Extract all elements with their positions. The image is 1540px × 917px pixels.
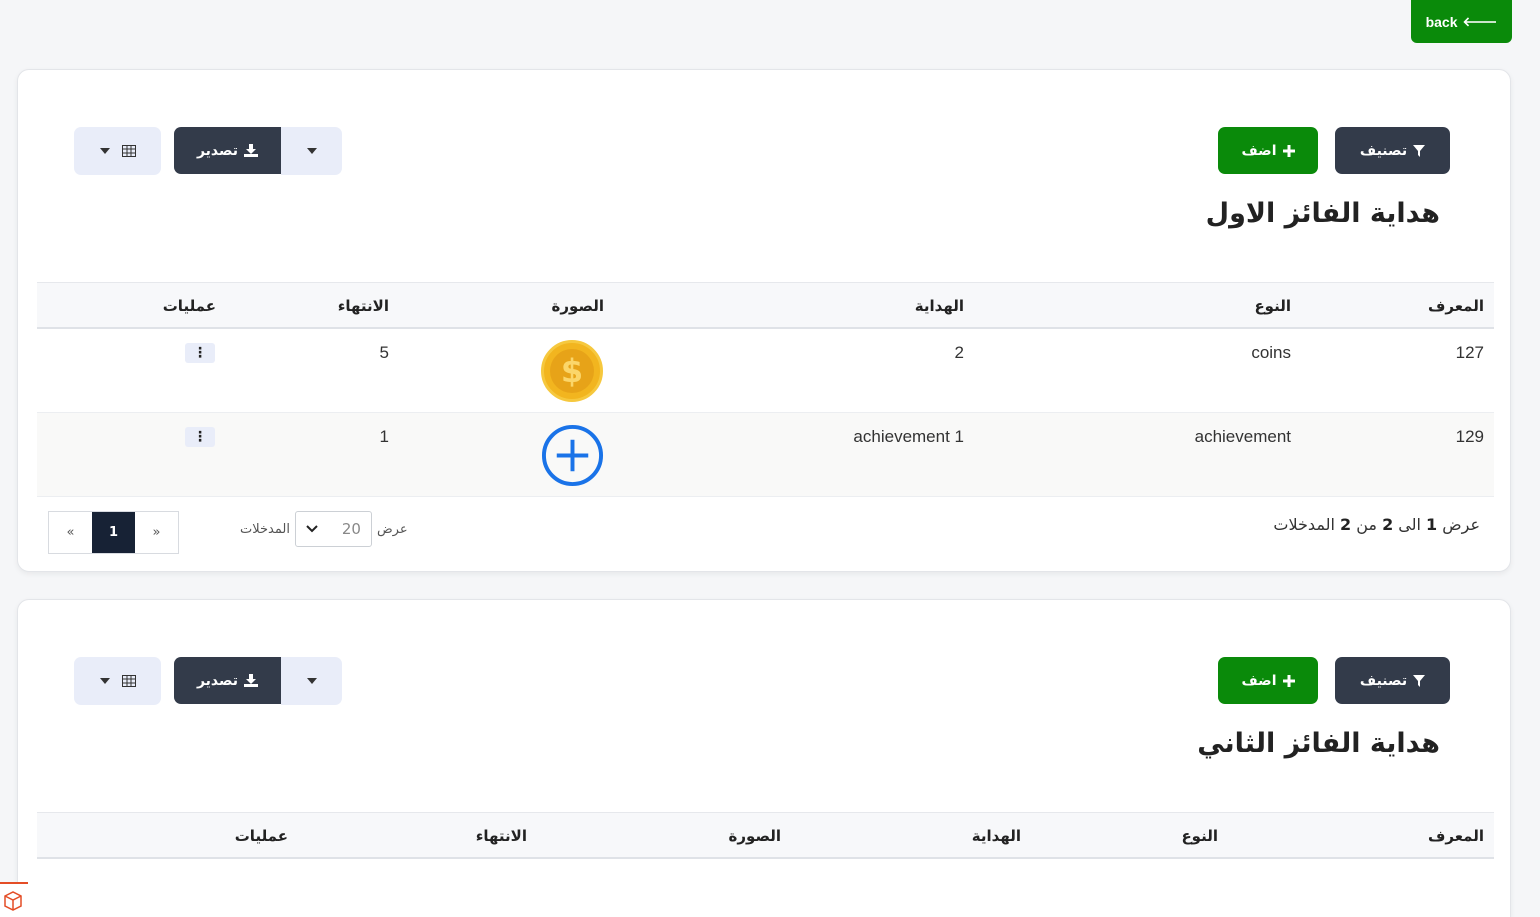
per-page-control: عرض 20 المدخلات (240, 511, 408, 547)
plus-icon (1282, 144, 1295, 157)
back-button[interactable]: back 🡐 (1411, 0, 1512, 43)
add-button-label: اضف (1241, 142, 1277, 159)
cell-id: 129 (1455, 427, 1484, 446)
gifts-table: المعرف النوع الهداية الصورة الانتهاء عمل… (37, 812, 1494, 859)
table-icon (121, 145, 136, 157)
export-button[interactable]: تصدير (174, 657, 281, 704)
column-header-actions[interactable]: عمليات (163, 297, 216, 315)
filter-button[interactable]: تصنيف (1335, 657, 1450, 704)
column-header-expiry[interactable]: الانتهاء (338, 297, 389, 315)
plus-icon (1282, 674, 1295, 687)
winner-1-card: تصنيف اضف تصدير هداية الفائز الاول المعر… (17, 69, 1511, 572)
column-header-type[interactable]: النوع (1254, 297, 1291, 315)
filter-icon (1413, 674, 1426, 687)
export-button-label: تصدير (196, 142, 239, 159)
pagination-prev[interactable]: » (135, 512, 178, 553)
per-page-select[interactable]: 20 (294, 511, 372, 547)
cell-expiry: 1 (379, 427, 389, 446)
column-header-id[interactable]: المعرف (1428, 297, 1484, 315)
column-header-image[interactable]: الصورة (729, 827, 781, 845)
column-header-type[interactable]: النوع (1181, 827, 1218, 845)
per-page-entries-label: المدخلات (240, 521, 290, 537)
column-header-actions[interactable]: عمليات (235, 827, 288, 845)
caret-down-icon (306, 678, 317, 684)
pagination-page-1[interactable]: 1 (92, 512, 135, 553)
chevron-down-icon (306, 525, 318, 533)
filter-button-label: تصنيف (1359, 142, 1408, 159)
filter-icon (1413, 144, 1426, 157)
caret-down-icon (99, 678, 110, 684)
column-header-gift[interactable]: الهداية (972, 827, 1021, 845)
table-header: المعرف النوع الهداية الصورة الانتهاء عمل… (37, 812, 1494, 859)
coin-icon: $ (541, 340, 603, 402)
table-row: 129 achievement achievement 1 1 ⋮ (37, 413, 1494, 497)
filter-button[interactable]: تصنيف (1335, 127, 1450, 174)
winner-2-card: تصنيف اضف تصدير هداية الفائز الثاني المع… (17, 599, 1511, 917)
gifts-table: المعرف النوع الهداية الصورة الانتهاء عمل… (37, 282, 1494, 497)
export-button[interactable]: تصدير (174, 127, 281, 174)
column-visibility-button[interactable] (74, 127, 161, 175)
row-actions-button[interactable]: ⋮ (185, 427, 215, 447)
cell-id: 127 (1455, 343, 1484, 362)
column-header-image[interactable]: الصورة (552, 297, 604, 315)
caret-down-icon (99, 148, 110, 154)
back-button-label: back (1425, 13, 1458, 30)
export-dropdown-toggle[interactable] (281, 127, 342, 175)
column-header-expiry[interactable]: الانتهاء (476, 827, 527, 845)
add-button-label: اضف (1241, 672, 1277, 689)
download-icon (244, 144, 259, 157)
cell-gift: 2 (954, 343, 964, 362)
column-visibility-button[interactable] (74, 657, 161, 705)
arrow-left-icon: 🡐 (1462, 13, 1498, 29)
cell-type: achievement (1194, 427, 1291, 446)
pagination-next[interactable]: « (49, 512, 92, 553)
caret-down-icon (306, 148, 317, 154)
pagination: « 1 » (48, 511, 179, 554)
card-title: هداية الفائز الاول (1205, 198, 1440, 229)
framework-logo-icon (0, 882, 28, 917)
per-page-show-label: عرض (376, 521, 408, 537)
column-header-gift[interactable]: الهداية (915, 297, 964, 315)
add-button[interactable]: اضف (1218, 127, 1318, 174)
row-actions-button[interactable]: ⋮ (185, 343, 215, 363)
cell-expiry: 5 (379, 343, 389, 362)
card-title: هداية الفائز الثاني (1197, 728, 1440, 759)
table-icon (121, 675, 136, 687)
table-header: المعرف النوع الهداية الصورة الانتهاء عمل… (37, 282, 1494, 329)
export-button-label: تصدير (196, 672, 239, 689)
download-icon (244, 674, 259, 687)
table-row: 127 coins 2 $ 5 ⋮ (37, 329, 1494, 413)
cell-type: coins (1251, 343, 1291, 362)
column-header-id[interactable]: المعرف (1428, 827, 1484, 845)
add-button[interactable]: اضف (1218, 657, 1318, 704)
export-dropdown-toggle[interactable] (281, 657, 342, 705)
plus-circle-icon (541, 424, 604, 487)
filter-button-label: تصنيف (1359, 672, 1408, 689)
entries-info: عرض 1 الى 2 من 2 المدخلات (1273, 515, 1480, 534)
per-page-value: 20 (341, 520, 361, 538)
cell-gift: achievement 1 (853, 427, 964, 446)
